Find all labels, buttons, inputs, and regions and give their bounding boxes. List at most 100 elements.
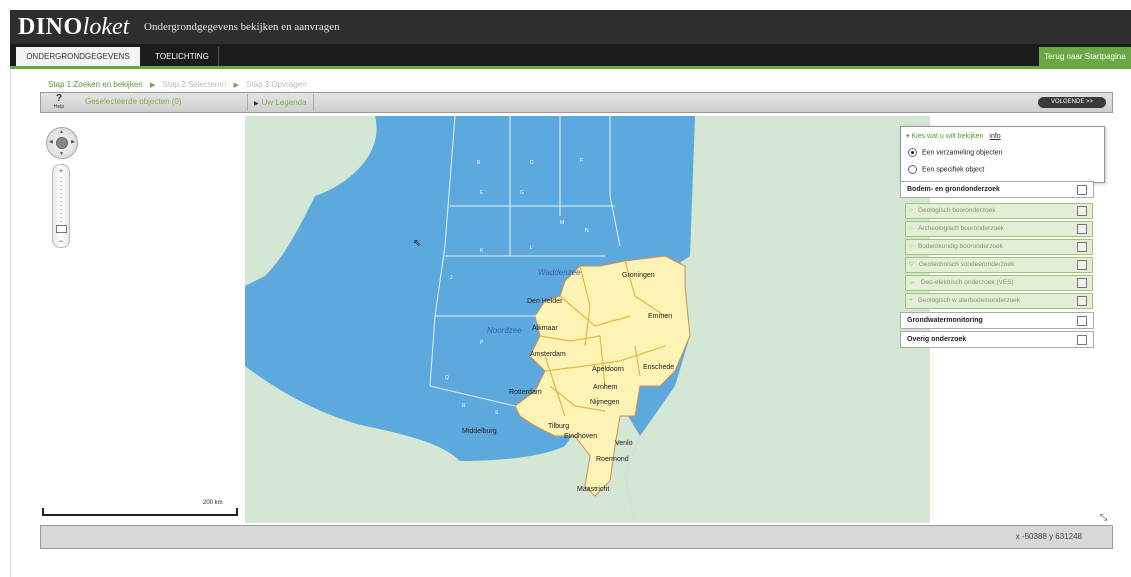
- tab-bar: ONDERGRONDGEGEVENS TOELICHTING Terug naa…: [10, 44, 1131, 69]
- grid-letter: N: [585, 228, 589, 234]
- sea-label-waddenzee: Waddenzee: [538, 268, 581, 277]
- sublayer-checkbox[interactable]: [1077, 206, 1087, 216]
- arrow-up-icon[interactable]: ▲: [59, 129, 64, 135]
- zoom-out-icon[interactable]: −: [53, 236, 69, 246]
- grid-letter: G: [520, 190, 524, 196]
- map-toolbar: ? Help Geselecteerde objecten (0) ▶ Uw Le…: [40, 92, 1113, 113]
- plus-icon: +: [909, 297, 913, 304]
- mouse-cursor-icon: ⇖: [413, 238, 422, 249]
- radio-specific[interactable]: Een specifiek object: [908, 165, 984, 174]
- grid-letter: F: [580, 158, 584, 164]
- grid-letter: R: [462, 403, 466, 409]
- city-label: Den Helder: [527, 298, 563, 305]
- grid-letter: M: [560, 220, 565, 226]
- legend-label: Uw Legenda: [261, 98, 307, 107]
- sublayer-item[interactable]: + Geologisch w aterbodemonderzoek: [905, 293, 1093, 309]
- city-label: Eindhoven: [564, 433, 598, 440]
- step-1[interactable]: Stap 1:Zoeken en bekijken: [48, 80, 143, 89]
- header-subtitle: Ondergrondgegevens bekijken en aanvragen: [144, 21, 340, 33]
- city-label: Roermond: [596, 456, 629, 463]
- tab-toelichting[interactable]: TOELICHTING: [146, 47, 218, 66]
- sublayer-checkbox[interactable]: [1077, 296, 1087, 306]
- grid-letter: P: [480, 340, 484, 346]
- step-breadcrumb: Stap 1:Zoeken en bekijken ▶ Stap 2:Selec…: [48, 80, 312, 89]
- layer-bodem[interactable]: Bodem- en grondonderzoek: [900, 181, 1094, 198]
- city-label: Middelburg: [462, 428, 497, 435]
- layer-checkbox[interactable]: [1077, 335, 1087, 345]
- zoom-slider[interactable]: + −: [52, 164, 70, 248]
- step-2: Stap 2:Selecteren: [162, 80, 227, 89]
- city-label: Alkmaar: [532, 325, 558, 332]
- coordinate-readout: x -50388 y 631248: [1015, 532, 1082, 541]
- selected-objects-link[interactable]: Geselecteerde objecten (0): [85, 97, 182, 106]
- sublayer-item[interactable]: ↔ Geo-elektrisch onderzoek (VES): [905, 275, 1093, 291]
- grid-letter: E: [480, 190, 484, 196]
- city-label: Rotterdam: [509, 389, 542, 396]
- grid-letter: J: [450, 275, 453, 281]
- layer-list-lower: Grondwatermonitoring Overig onderzoek: [900, 312, 1094, 348]
- arrow-right-icon[interactable]: ▶: [71, 139, 75, 145]
- circle-icon: ○: [909, 243, 913, 250]
- collapse-triangle-icon[interactable]: ▾: [906, 133, 910, 140]
- city-label: Tilburg: [548, 423, 570, 430]
- arrow-left-icon[interactable]: ◀: [49, 139, 53, 145]
- help-label: Help: [53, 104, 65, 110]
- sublayer-item[interactable]: ○ Geologisch booronderzoek: [905, 203, 1093, 219]
- city-label: Amsterdam: [530, 351, 566, 358]
- layer-checkbox[interactable]: [1077, 316, 1087, 326]
- sublayer-checkbox[interactable]: [1077, 224, 1087, 234]
- view-panel-header: ▾ Kies wat u wilt bekijken info: [906, 132, 1001, 140]
- zoom-handle[interactable]: [56, 225, 67, 233]
- grid-letter: S: [495, 410, 499, 416]
- grid-letter: B: [477, 160, 481, 166]
- home-button[interactable]: Terug naar Startpagina: [1039, 47, 1131, 66]
- zoom-in-icon[interactable]: +: [53, 166, 69, 176]
- step-arrow-icon: ▶: [233, 82, 239, 89]
- arrow-down-icon[interactable]: ▼: [59, 151, 64, 157]
- pan-center-icon[interactable]: [56, 137, 68, 149]
- city-label: Maastricht: [577, 486, 610, 493]
- grid-letter: K: [480, 248, 484, 254]
- city-label: Arnhem: [593, 384, 618, 391]
- circle-icon: ○: [909, 225, 913, 232]
- next-button[interactable]: VOLGENDE >>: [1038, 97, 1106, 108]
- sublayer-item[interactable]: ○ Archeologisch booronderzoek: [905, 221, 1093, 237]
- map-canvas[interactable]: [245, 116, 930, 523]
- sublayer-checkbox[interactable]: [1077, 260, 1087, 270]
- city-label: Nijmegen: [590, 399, 620, 406]
- sublayer-checkbox[interactable]: [1077, 242, 1087, 252]
- info-link[interactable]: info: [989, 133, 1000, 140]
- help-button[interactable]: ? Help: [51, 94, 67, 112]
- layer-overig[interactable]: Overig onderzoek: [900, 331, 1094, 348]
- legend-button[interactable]: ▶ Uw Legenda: [247, 94, 314, 111]
- dinoloket-logo[interactable]: DINOloket: [18, 12, 129, 42]
- grid-letter: L: [530, 245, 533, 251]
- layer-list: Bodem- en grondonderzoek: [900, 181, 1094, 198]
- view-panel-title: Kies wat u wilt bekijken: [911, 133, 984, 140]
- left-border: [10, 66, 11, 577]
- sea-label-noordzee: Noordzee: [487, 326, 522, 335]
- radio-label: Een verzameling objecten: [922, 149, 1003, 157]
- radio-unchecked-icon[interactable]: [908, 165, 917, 174]
- layer-grondwater[interactable]: Grondwatermonitoring: [900, 312, 1094, 329]
- step-3: Stap 3:Opvragen: [246, 80, 307, 89]
- resize-icon[interactable]: ⤡: [1100, 512, 1107, 523]
- radio-checked-icon[interactable]: [908, 148, 917, 157]
- city-label: Groningen: [622, 272, 655, 279]
- sublayer-checkbox[interactable]: [1077, 278, 1087, 288]
- layer-checkbox[interactable]: [1077, 185, 1087, 195]
- double-arrow-icon: ↔: [909, 279, 916, 286]
- sublayer-item[interactable]: ○ Bodemkundig booronderzoek: [905, 239, 1093, 255]
- city-label: Apeldoorn: [592, 366, 624, 373]
- radio-label: Een specifiek object: [922, 166, 985, 174]
- pan-control[interactable]: ▲ ▼ ◀ ▶: [46, 127, 78, 159]
- grid-letter: Q: [445, 375, 449, 381]
- tab-separator: [218, 47, 219, 66]
- city-label: Venlo: [615, 440, 633, 447]
- view-mode-panel: ▾ Kies wat u wilt bekijken info Een verz…: [900, 126, 1105, 183]
- sublayer-item[interactable]: ▽ Geotechnisch sondeeronderzoek: [905, 257, 1093, 273]
- radio-collection[interactable]: Een verzameling objecten: [908, 148, 1003, 157]
- city-label: Emmen: [648, 313, 673, 320]
- tab-ondergrondgegevens[interactable]: ONDERGRONDGEGEVENS: [16, 47, 140, 66]
- scale-label: 200 km: [203, 500, 223, 506]
